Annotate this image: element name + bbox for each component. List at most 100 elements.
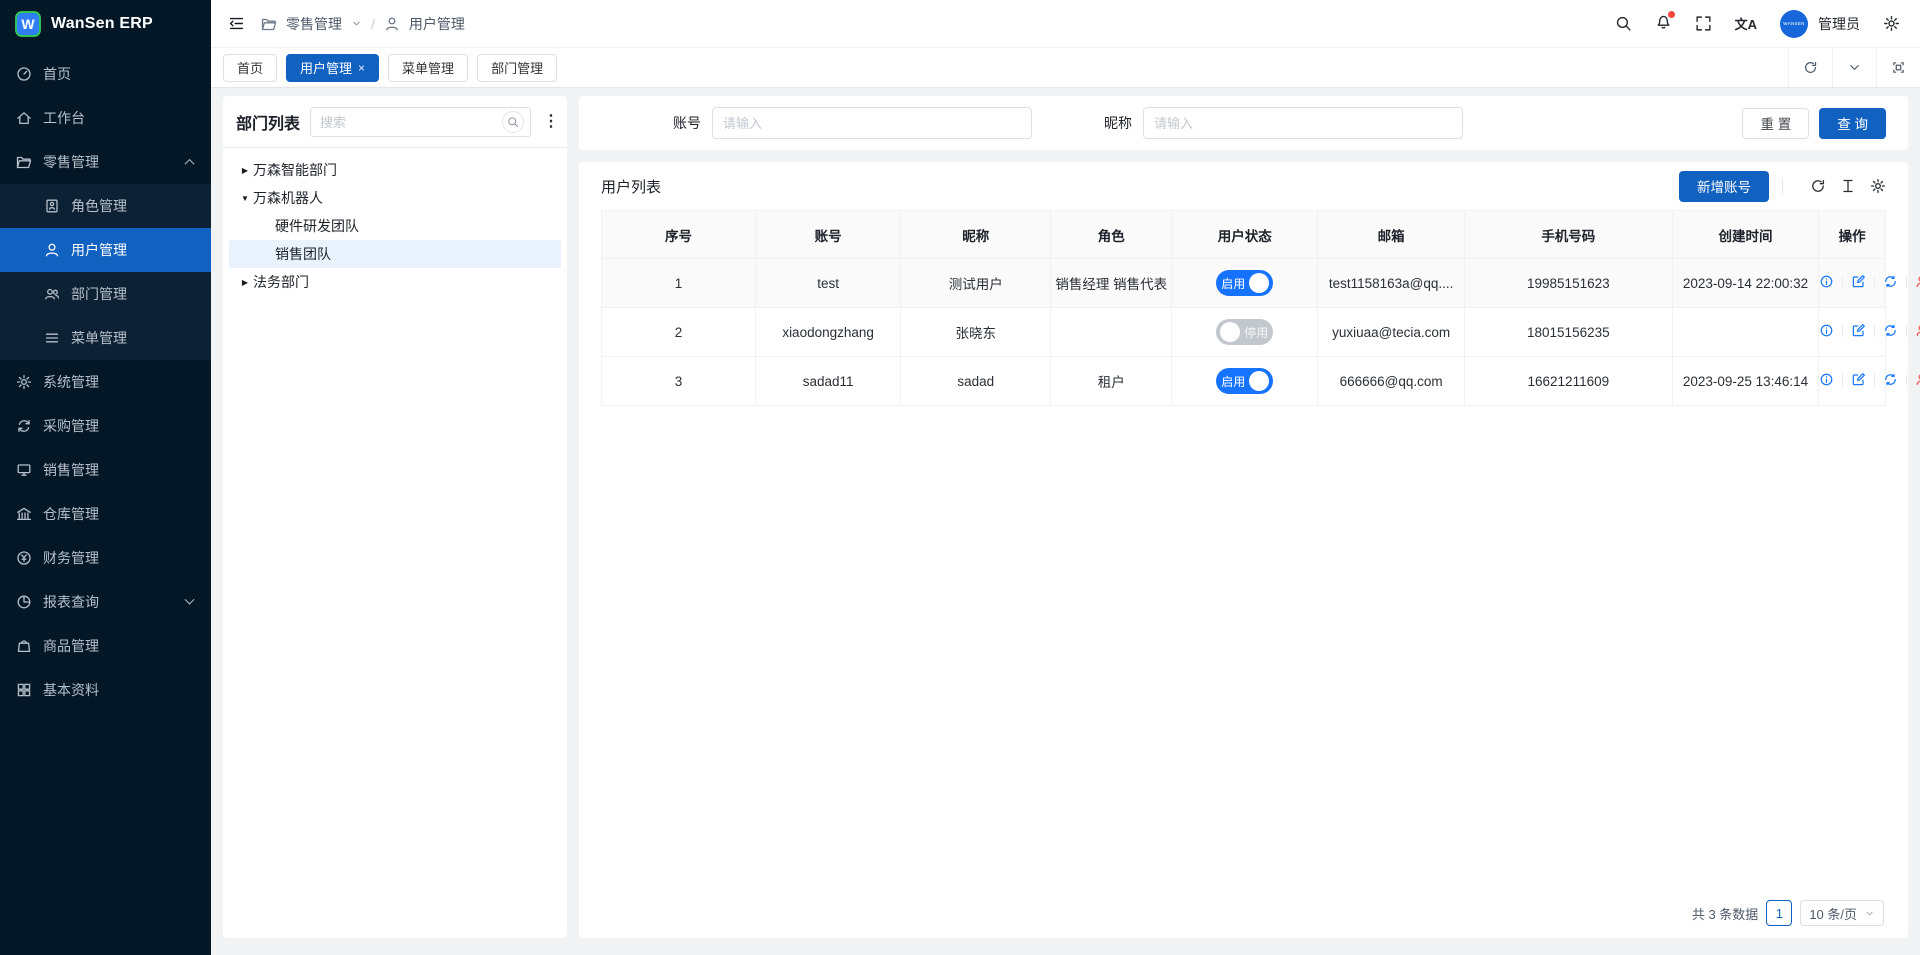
tree-node[interactable]: ▶ 法务部门 bbox=[229, 268, 561, 296]
tree-expand-icon[interactable]: ▼ bbox=[237, 194, 253, 203]
cell-roles: 租户 bbox=[1051, 357, 1172, 406]
search-button[interactable]: 查 询 bbox=[1819, 108, 1886, 139]
page-size-select[interactable]: 10 条/页 bbox=[1800, 900, 1884, 926]
cell-account: test bbox=[756, 259, 901, 308]
row-height-icon[interactable] bbox=[1840, 178, 1856, 194]
tree-node[interactable]: ▶ 万森智能部门 bbox=[229, 156, 561, 184]
chevron-down-icon[interactable] bbox=[351, 18, 362, 29]
department-search-input[interactable] bbox=[320, 115, 496, 130]
user-name[interactable]: 管理员 bbox=[1818, 14, 1860, 34]
notifications-button[interactable] bbox=[1655, 13, 1672, 35]
delete-user-icon[interactable] bbox=[1915, 323, 1920, 338]
toggle-label: 启用 bbox=[1221, 275, 1245, 292]
breadcrumb-section[interactable]: 零售管理 bbox=[286, 14, 342, 34]
page-size-value: 10 条/页 bbox=[1809, 904, 1857, 923]
toggle-knob bbox=[1249, 371, 1269, 391]
language-switch-icon[interactable]: 文A bbox=[1735, 14, 1757, 33]
delete-user-icon[interactable] bbox=[1915, 372, 1920, 387]
sidebar-menu-item[interactable]: 报表查询 bbox=[0, 580, 211, 624]
menu-item-label: 采购管理 bbox=[43, 416, 195, 436]
cell-status: 启用 bbox=[1172, 357, 1318, 406]
reset-password-icon[interactable] bbox=[1883, 323, 1898, 338]
tree-node[interactable]: 硬件研发团队 bbox=[229, 212, 561, 240]
filter-field-input[interactable] bbox=[1143, 107, 1463, 139]
add-account-button[interactable]: 新增账号 bbox=[1679, 171, 1769, 202]
tree-expand-icon[interactable]: ▶ bbox=[237, 278, 253, 287]
column-header: 角色 bbox=[1051, 211, 1172, 259]
divider bbox=[1842, 374, 1843, 386]
refresh-table-icon[interactable] bbox=[1810, 178, 1826, 194]
sidebar-menu-item[interactable]: 销售管理 bbox=[0, 448, 211, 492]
folder-icon bbox=[261, 16, 277, 32]
avatar[interactable]: WANSEN bbox=[1780, 10, 1808, 38]
filter-field-input[interactable] bbox=[712, 107, 1032, 139]
tree-node[interactable]: 销售团队 bbox=[229, 240, 561, 268]
column-header: 操作 bbox=[1819, 211, 1886, 259]
divider bbox=[1782, 179, 1783, 194]
menu-item-icon bbox=[16, 594, 32, 610]
sidebar-menu-item[interactable]: 首页 bbox=[0, 52, 211, 96]
tree-node[interactable]: ▼ 万森机器人 bbox=[229, 184, 561, 212]
detail-icon[interactable] bbox=[1819, 323, 1834, 338]
edit-icon[interactable] bbox=[1851, 372, 1866, 387]
page-tab[interactable]: 用户管理 × bbox=[286, 54, 379, 82]
cell-account: sadad11 bbox=[756, 357, 901, 406]
detail-icon[interactable] bbox=[1819, 274, 1834, 289]
sidebar-menu-item[interactable]: 用户管理 bbox=[0, 228, 211, 272]
sidebar-menu-item[interactable]: 系统管理 bbox=[0, 360, 211, 404]
column-settings-icon[interactable] bbox=[1870, 178, 1886, 194]
breadcrumb-separator: / bbox=[371, 16, 375, 32]
tab-menu-dropdown[interactable] bbox=[1832, 48, 1876, 87]
toggle-knob bbox=[1249, 273, 1269, 293]
breadcrumb-page[interactable]: 用户管理 bbox=[409, 14, 465, 34]
maximize-content-button[interactable] bbox=[1876, 48, 1920, 87]
sidebar-menu-item[interactable]: 零售管理 bbox=[0, 140, 211, 184]
department-search-button[interactable] bbox=[502, 111, 524, 133]
delete-user-icon[interactable] bbox=[1915, 274, 1920, 289]
sidebar-menu-item[interactable]: 仓库管理 bbox=[0, 492, 211, 536]
sidebar-menu-item[interactable]: 工作台 bbox=[0, 96, 211, 140]
user-status-toggle[interactable]: 停用 bbox=[1216, 319, 1273, 345]
total-count: 共 3 条数据 bbox=[1692, 904, 1758, 923]
reset-button[interactable]: 重 置 bbox=[1742, 108, 1809, 139]
page-tab[interactable]: 菜单管理 bbox=[388, 54, 468, 82]
sidebar-menu-item[interactable]: 财务管理 bbox=[0, 536, 211, 580]
divider bbox=[1874, 374, 1875, 386]
sidebar-menu-item[interactable]: 角色管理 bbox=[0, 184, 211, 228]
pagination: 共 3 条数据 1 10 条/页 bbox=[601, 892, 1886, 928]
page-number-button[interactable]: 1 bbox=[1766, 900, 1792, 926]
sidebar-menu-item[interactable]: 基本资料 bbox=[0, 668, 211, 712]
user-status-toggle[interactable]: 启用 bbox=[1216, 270, 1273, 296]
sidebar-menu-item[interactable]: 部门管理 bbox=[0, 272, 211, 316]
menu-item-icon bbox=[44, 242, 60, 258]
edit-icon[interactable] bbox=[1851, 323, 1866, 338]
tree-expand-icon[interactable]: ▶ bbox=[237, 166, 253, 175]
reset-password-icon[interactable] bbox=[1883, 274, 1898, 289]
menu-item-label: 销售管理 bbox=[43, 460, 195, 480]
search-icon[interactable] bbox=[1615, 15, 1632, 32]
reset-password-icon[interactable] bbox=[1883, 372, 1898, 387]
more-options-icon[interactable]: ⋮ bbox=[541, 112, 561, 132]
tab-close-icon[interactable]: × bbox=[358, 61, 365, 75]
page-tab[interactable]: 首页 bbox=[223, 54, 277, 82]
sidebar-collapse-icon[interactable] bbox=[228, 15, 245, 32]
tree-node-label: 万森机器人 bbox=[253, 188, 323, 208]
edit-icon[interactable] bbox=[1851, 274, 1866, 289]
tree-node-label: 硬件研发团队 bbox=[275, 216, 359, 236]
fullscreen-icon[interactable] bbox=[1695, 15, 1712, 32]
divider bbox=[1906, 325, 1907, 337]
divider bbox=[1842, 325, 1843, 337]
user-status-toggle[interactable]: 启用 bbox=[1216, 368, 1273, 394]
refresh-tab-button[interactable] bbox=[1788, 48, 1832, 87]
page-tab[interactable]: 部门管理 bbox=[477, 54, 557, 82]
sidebar-menu-item[interactable]: 菜单管理 bbox=[0, 316, 211, 360]
detail-icon[interactable] bbox=[1819, 372, 1834, 387]
cell-status: 启用 bbox=[1172, 259, 1318, 308]
sidebar-menu-item[interactable]: 采购管理 bbox=[0, 404, 211, 448]
sidebar: W WanSen ERP 首页 工作台 零售管理 bbox=[0, 0, 211, 955]
table-actions: 新增账号 bbox=[1679, 171, 1886, 202]
sidebar-menu-item[interactable]: 商品管理 bbox=[0, 624, 211, 668]
settings-gear-icon[interactable] bbox=[1883, 15, 1900, 32]
right-column: 账号 昵称 重 置 查 询 用户 bbox=[579, 96, 1908, 938]
menu-item-label: 报表查询 bbox=[43, 592, 175, 612]
